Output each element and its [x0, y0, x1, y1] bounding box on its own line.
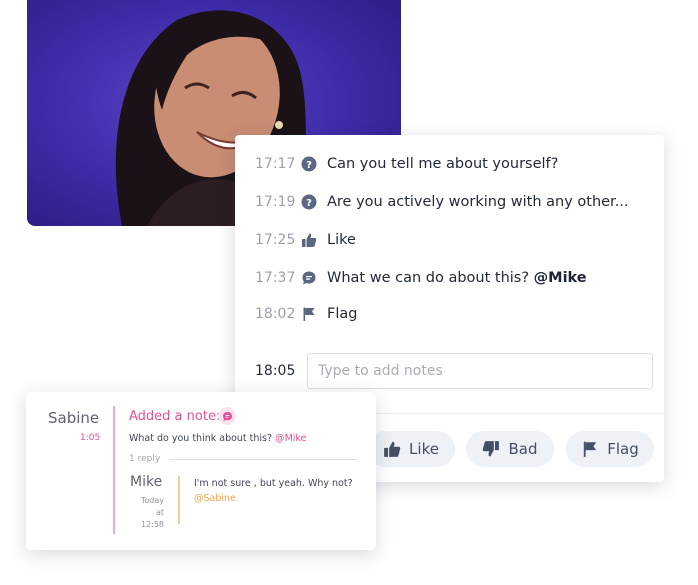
- timeline-text: What we can do about this? @Mike: [327, 270, 587, 286]
- timestamp: 17:17: [255, 156, 296, 172]
- timeline-text: Are you actively working with any other.…: [327, 194, 629, 210]
- note-label: Added a note:: [129, 409, 221, 424]
- reply-count[interactable]: 1 reply: [129, 454, 160, 464]
- add-note-input[interactable]: [307, 353, 653, 389]
- chat-icon: [301, 270, 317, 286]
- add-note-row: 18:05: [235, 353, 664, 391]
- reply-thread-line: [178, 476, 180, 524]
- flag-icon: [581, 440, 599, 458]
- timestamp: 18:02: [255, 306, 296, 322]
- flag-button[interactable]: Flag: [566, 431, 654, 467]
- reply-time: at 12:58: [140, 508, 164, 529]
- reply-timestamp: Today at 12:58: [131, 495, 164, 531]
- reply-date: Today: [140, 496, 164, 505]
- note-timestamp: 18:05: [255, 363, 296, 379]
- chat-icon: [218, 407, 236, 425]
- timeline-item[interactable]: 17:37 What we can do about this? @Mike: [235, 266, 664, 290]
- timestamp: 17:19: [255, 194, 296, 210]
- timeline-message: What we can do about this?: [327, 270, 530, 286]
- bad-button[interactable]: Bad: [466, 431, 554, 467]
- timestamp: 17:37: [255, 270, 296, 286]
- timeline-item[interactable]: 18:02 Flag: [235, 302, 664, 326]
- timeline-text: Flag: [327, 306, 358, 322]
- divider: [169, 459, 357, 460]
- timeline-text: Can you tell me about yourself?: [327, 156, 559, 172]
- note-author: Sabine: [48, 409, 100, 427]
- like-button[interactable]: Like: [367, 431, 455, 467]
- thumbs-down-icon: [482, 440, 500, 458]
- note-timestamp[interactable]: 1:05: [80, 433, 100, 443]
- flag-icon: [301, 306, 317, 322]
- timeline-text: Like: [327, 232, 356, 248]
- timeline-item[interactable]: 17:19 ? Are you actively working with an…: [235, 190, 664, 214]
- timestamp: 17:25: [255, 232, 296, 248]
- svg-text:?: ?: [306, 198, 312, 209]
- note-comment-card: Sabine 1:05 Added a note: What do you th…: [26, 392, 376, 550]
- question-icon: ?: [301, 156, 317, 172]
- note-message-text: What do you think about this?: [129, 433, 273, 444]
- note-message: What do you think about this? @Mike: [129, 433, 306, 444]
- reply-author: Mike: [130, 474, 163, 490]
- mention[interactable]: @Mike: [534, 270, 587, 286]
- question-icon: ?: [301, 194, 317, 210]
- reply-text: I'm not sure , but yeah. Why not?: [194, 478, 353, 489]
- mention[interactable]: @Sabine: [194, 493, 236, 504]
- bad-label: Bad: [508, 440, 538, 458]
- timeline-item[interactable]: 17:25 Like: [235, 228, 664, 252]
- mention[interactable]: @Mike: [275, 433, 306, 444]
- timeline-item[interactable]: 17:17 ? Can you tell me about yourself?: [235, 152, 664, 176]
- like-label: Like: [409, 440, 439, 458]
- flag-label: Flag: [607, 440, 639, 458]
- thumbs-up-icon: [301, 232, 317, 248]
- svg-text:?: ?: [306, 160, 312, 171]
- thumbs-up-icon: [383, 440, 401, 458]
- note-thread-line: [113, 406, 115, 534]
